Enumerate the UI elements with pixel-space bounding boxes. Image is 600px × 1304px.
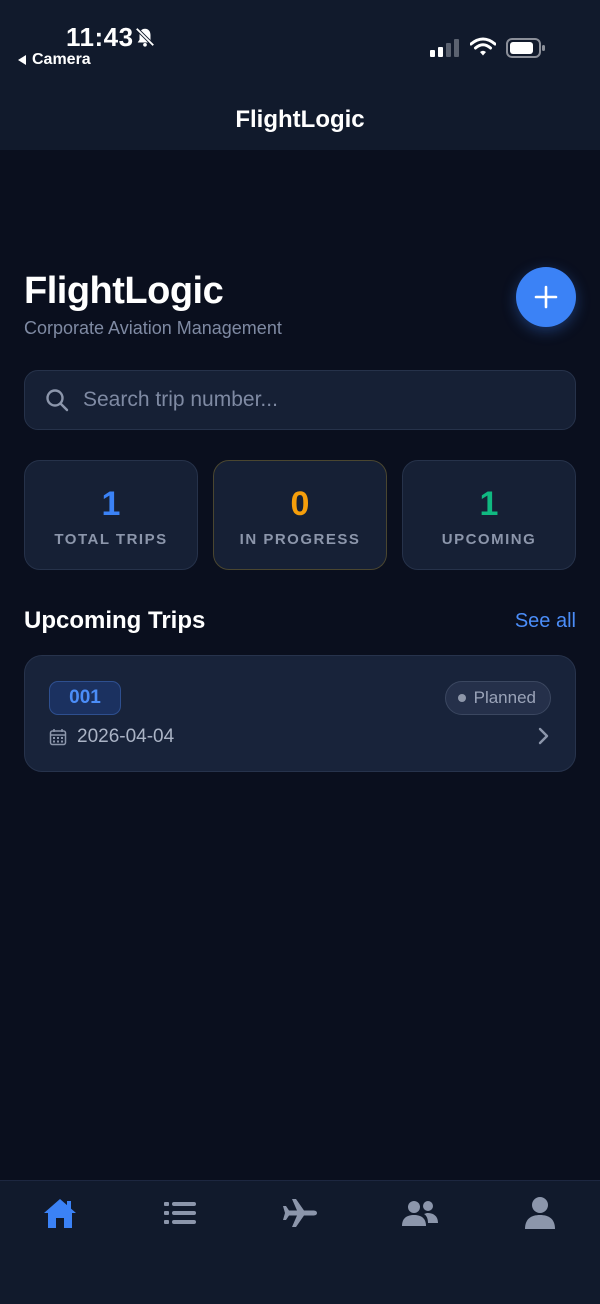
trip-date-value: 2026-04-04 [77,726,175,747]
status-time: 11:43 [66,22,134,52]
stat-card-upcoming[interactable]: 1 UPCOMING [402,460,576,570]
list-icon [164,1202,196,1224]
airplane-icon [283,1199,317,1227]
status-badge: Planned [444,681,551,715]
profile-icon [525,1197,555,1229]
search-bar[interactable] [24,370,576,430]
back-caret-icon [18,55,26,65]
section-title-upcoming: Upcoming Trips [24,607,206,634]
search-icon [46,389,69,412]
back-app-label: Camera [32,51,91,68]
trip-number-badge: 001 [49,681,121,715]
users-icon [402,1201,438,1226]
stat-label-total-trips: TOTAL TRIPS [54,531,168,548]
nav-title: FlightLogic [235,106,365,133]
page-title: FlightLogic [24,270,224,312]
see-all-link[interactable]: See all [515,610,576,633]
wifi-icon [470,37,496,56]
back-to-app[interactable]: Camera [18,51,91,69]
status-dot-icon [457,694,466,702]
bottom-tab-bar [0,1180,600,1304]
tab-home[interactable] [0,1193,120,1233]
tab-crew[interactable] [360,1193,480,1233]
calendar-icon [49,729,67,746]
tab-flights[interactable] [240,1193,360,1233]
status-label: Planned [473,688,536,707]
bell-muted-icon [135,27,155,47]
search-input[interactable] [83,388,543,412]
cellular-signal-icon [430,39,459,57]
chevron-right-icon [538,727,549,745]
stat-label-in-progress: IN PROGRESS [239,531,361,548]
trip-date: 2026-04-04 [49,726,174,748]
battery-icon [506,38,545,58]
stat-value-upcoming: 1 [479,485,499,523]
tab-list[interactable] [120,1193,240,1233]
stat-value-in-progress: 0 [290,485,310,523]
tab-profile[interactable] [480,1193,600,1233]
stat-card-total-trips[interactable]: 1 TOTAL TRIPS [24,460,198,570]
page-subtitle: Corporate Aviation Management [24,318,282,338]
stat-label-upcoming: UPCOMING [441,531,537,548]
stat-value-total-trips: 1 [101,485,121,523]
plus-icon [534,285,558,309]
trip-card[interactable]: 001 Planned 2026-04-04 [24,655,576,772]
add-trip-button[interactable] [516,267,576,327]
home-icon [44,1199,76,1228]
top-bar: 11:43 Camera FlightLogic [0,0,600,150]
stat-card-in-progress[interactable]: 0 IN PROGRESS [213,460,387,570]
